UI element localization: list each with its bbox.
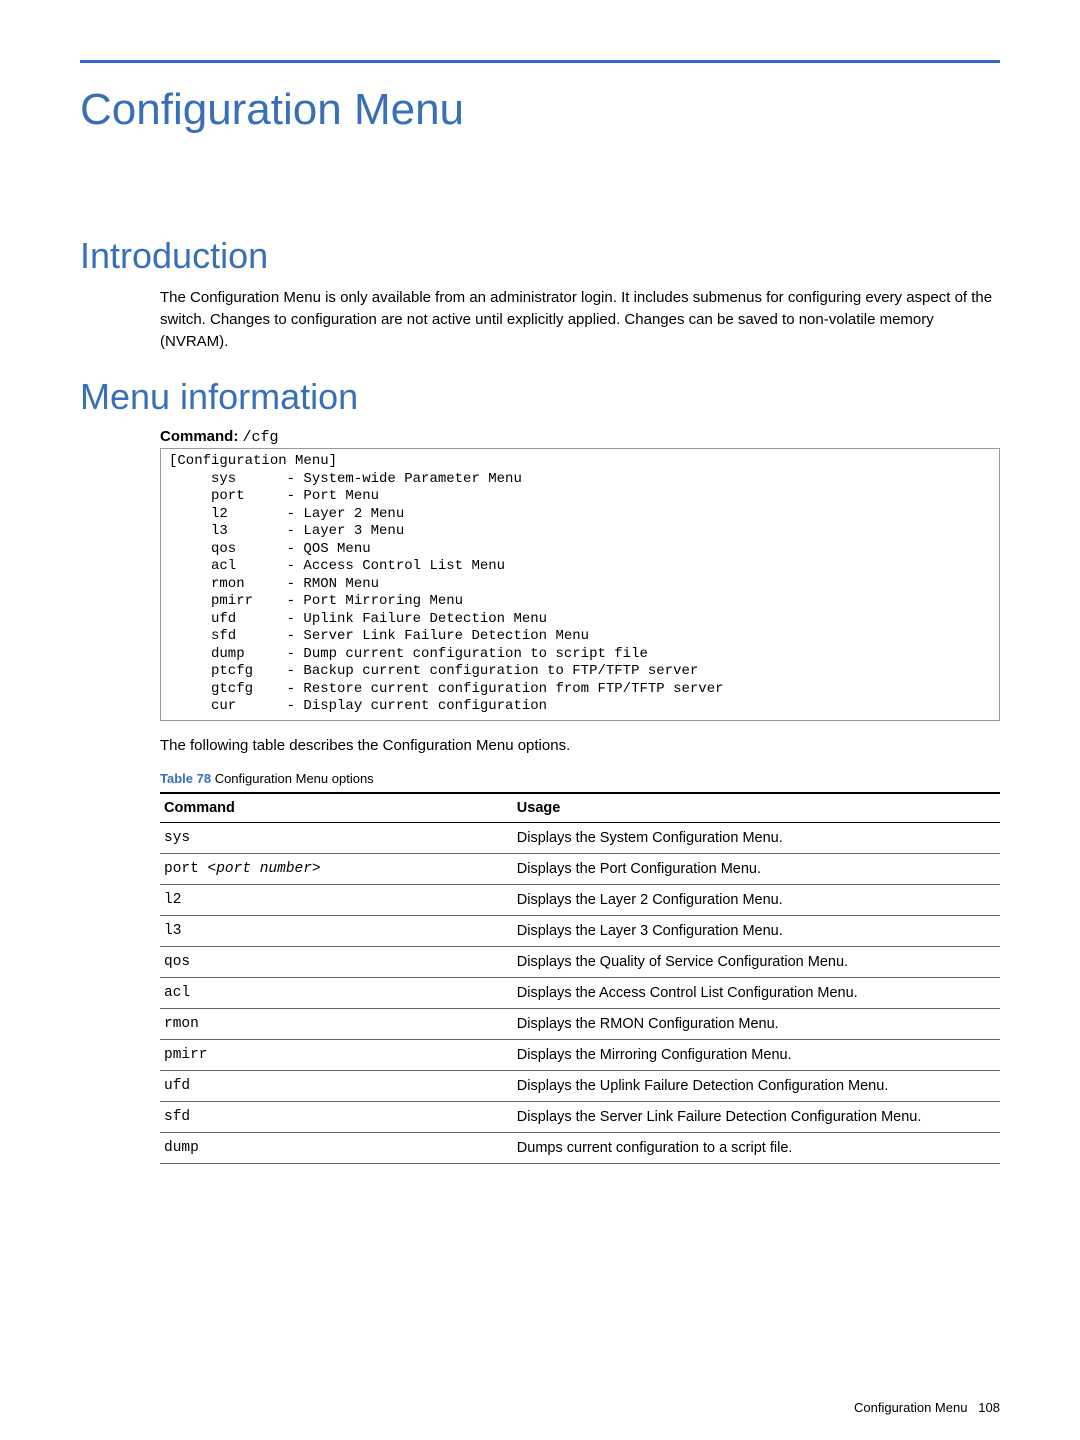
command-value: /cfg	[243, 429, 279, 446]
code-block: [Configuration Menu] sys - System-wide P…	[160, 448, 1000, 721]
cell-command: pmirr	[160, 1039, 513, 1070]
command-label: Command:	[160, 428, 238, 445]
cell-usage: Displays the Layer 2 Configuration Menu.	[513, 884, 1000, 915]
cell-command: sfd	[160, 1101, 513, 1132]
table-row: l2Displays the Layer 2 Configuration Men…	[160, 884, 1000, 915]
cell-command: acl	[160, 977, 513, 1008]
cell-usage: Displays the Server Link Failure Detecti…	[513, 1101, 1000, 1132]
cell-command: l2	[160, 884, 513, 915]
table-row: pmirrDisplays the Mirroring Configuratio…	[160, 1039, 1000, 1070]
table-number: Table 78	[160, 771, 211, 786]
command-line: Command: /cfg	[160, 428, 1000, 446]
cell-usage: Displays the Quality of Service Configur…	[513, 946, 1000, 977]
table-row: ufdDisplays the Uplink Failure Detection…	[160, 1070, 1000, 1101]
menu-information-heading: Menu information	[80, 376, 1000, 418]
cell-usage: Displays the System Configuration Menu.	[513, 822, 1000, 853]
table-caption: Table 78 Configuration Menu options	[160, 771, 1000, 786]
col-command: Command	[160, 793, 513, 823]
col-usage: Usage	[513, 793, 1000, 823]
page-footer: Configuration Menu 108	[854, 1400, 1000, 1415]
cell-usage: Displays the RMON Configuration Menu.	[513, 1008, 1000, 1039]
table-row: port <port number>Displays the Port Conf…	[160, 853, 1000, 884]
table-intro-text: The following table describes the Config…	[160, 735, 1000, 757]
cell-command: rmon	[160, 1008, 513, 1039]
table-row: dumpDumps current configuration to a scr…	[160, 1132, 1000, 1163]
cell-command: l3	[160, 915, 513, 946]
cell-usage: Displays the Uplink Failure Detection Co…	[513, 1070, 1000, 1101]
cell-command: qos	[160, 946, 513, 977]
introduction-heading: Introduction	[80, 235, 1000, 277]
top-rule	[80, 60, 1000, 63]
introduction-body: The Configuration Menu is only available…	[160, 287, 1000, 352]
footer-title: Configuration Menu	[854, 1400, 967, 1415]
cell-usage: Displays the Access Control List Configu…	[513, 977, 1000, 1008]
table-row: l3Displays the Layer 3 Configuration Men…	[160, 915, 1000, 946]
cell-command: port <port number>	[160, 853, 513, 884]
options-table: Command Usage sysDisplays the System Con…	[160, 792, 1000, 1164]
table-row: aclDisplays the Access Control List Conf…	[160, 977, 1000, 1008]
cell-usage: Displays the Mirroring Configuration Men…	[513, 1039, 1000, 1070]
cell-command: dump	[160, 1132, 513, 1163]
cell-command: sys	[160, 822, 513, 853]
table-row: sfdDisplays the Server Link Failure Dete…	[160, 1101, 1000, 1132]
cell-usage: Displays the Layer 3 Configuration Menu.	[513, 915, 1000, 946]
table-row: qosDisplays the Quality of Service Confi…	[160, 946, 1000, 977]
cell-usage: Displays the Port Configuration Menu.	[513, 853, 1000, 884]
chapter-title: Configuration Menu	[80, 85, 1000, 135]
table-row: sysDisplays the System Configuration Men…	[160, 822, 1000, 853]
table-title: Configuration Menu options	[215, 771, 374, 786]
footer-page: 108	[978, 1400, 1000, 1415]
cell-usage: Dumps current configuration to a script …	[513, 1132, 1000, 1163]
cell-command: ufd	[160, 1070, 513, 1101]
table-row: rmonDisplays the RMON Configuration Menu…	[160, 1008, 1000, 1039]
